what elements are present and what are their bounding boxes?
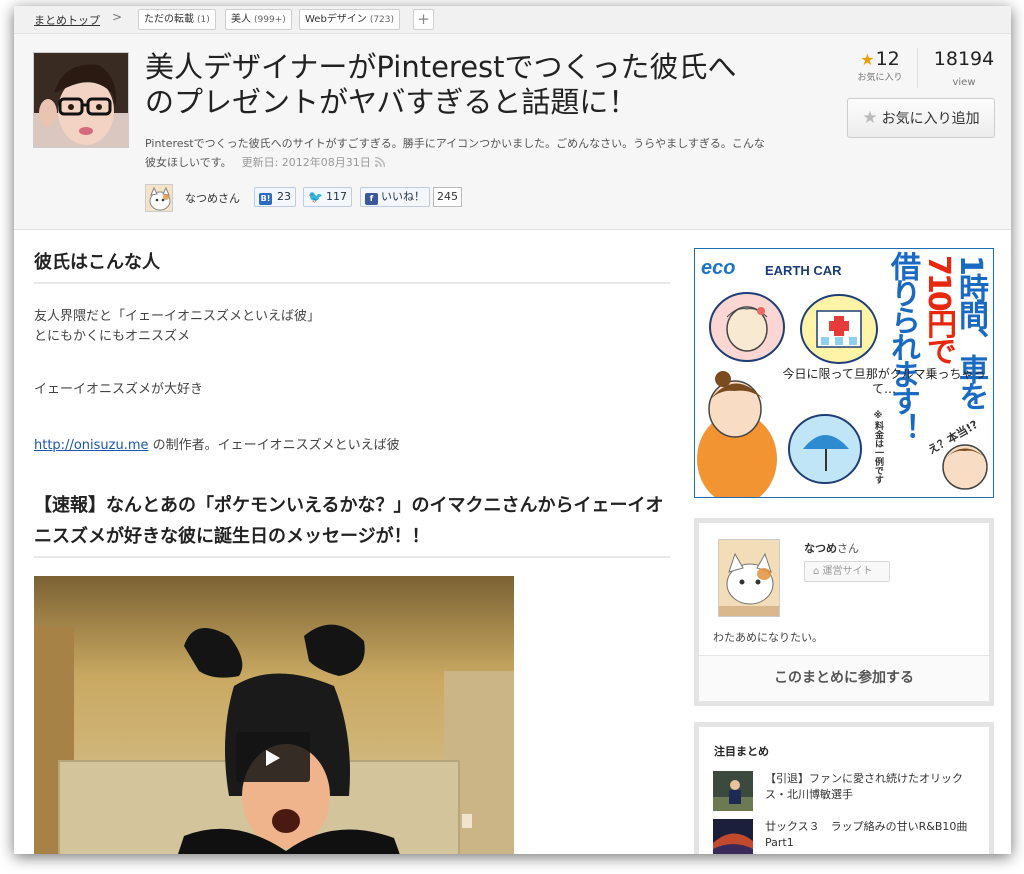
- author-card-suffix: さん: [837, 542, 859, 555]
- author-site-button[interactable]: ⌂ 運営サイト: [804, 561, 890, 582]
- hatena-icon: B!: [259, 193, 272, 205]
- trending-item-title: 【引退】ファンに愛され続けたオリックス・北川博敏選手: [765, 772, 963, 801]
- trending-matome: 注目まとめ 【引退】ファンに愛され続けたオリックス・北川博敏選手 廿ックス３ ラ…: [694, 722, 994, 854]
- trending-item[interactable]: 廿ックス３ ラップ絡みの甘いR&B10曲Part1: [713, 819, 983, 854]
- section-heading: 【速報】なんとあの「ポケモンいえるかな？」のイマクニさんからイェーイオニスズメが…: [34, 490, 670, 558]
- author-icon[interactable]: [145, 184, 173, 212]
- tag-chip[interactable]: Webデザイン (723): [299, 9, 401, 30]
- facebook-like-count: 245: [433, 187, 462, 207]
- tag-count: (1): [197, 15, 210, 25]
- trending-thumbnail: [713, 819, 753, 854]
- description-text: Pinterestでつくった彼氏へのサイトがすごすぎる。勝手にアイコンつかいまし…: [145, 137, 765, 169]
- author-bio: わたあめになりたい。: [713, 631, 823, 644]
- hatena-count: 23: [277, 190, 291, 203]
- view-count-block: 18194 view: [929, 48, 999, 89]
- author-card-name-text: なつめ: [804, 542, 837, 555]
- ad-speech-text: 今日に限って旦那がクルマ乗っちゃって…: [782, 367, 986, 396]
- video-player[interactable]: [34, 576, 514, 854]
- page-title: 美人デザイナーがPinterestでつくった彼氏へのプレゼントがヤバすぎると話題…: [145, 50, 737, 119]
- text-paragraph: http://onisuzu.me の制作者。イェーイオニスズメといえば彼: [34, 436, 400, 456]
- favorites-count-block: ★12 お気に入り: [850, 48, 910, 83]
- tag-label: Webデザイン: [305, 14, 367, 25]
- browser-page: まとめトップ > ただの転載 (1) 美人 (999+) Webデザイン (723) …: [14, 6, 1011, 854]
- facebook-icon: f: [365, 193, 378, 205]
- ad-eco-logo: eco: [701, 257, 736, 279]
- trending-thumbnail: [713, 771, 753, 811]
- add-favorite-label: お気に入り追加: [881, 111, 980, 127]
- add-tag-button[interactable]: +: [413, 9, 434, 30]
- breadcrumb-top-link[interactable]: まとめトップ: [34, 12, 100, 28]
- matome-header: 美人デザイナーがPinterestでつくった彼氏へのプレゼントがヤバすぎると話題…: [14, 34, 1011, 230]
- text-paragraph: イェーイオニスズメが大好き: [34, 382, 204, 397]
- stats-divider: [917, 48, 918, 88]
- trending-item-title: 廿ックス３ ラップ絡みの甘いR&B10曲Part1: [765, 820, 968, 849]
- author-card-icon[interactable]: [718, 539, 780, 617]
- author-card-name[interactable]: なつめさん: [804, 540, 859, 556]
- join-matome-button[interactable]: このまとめに参加する: [699, 655, 989, 701]
- main-content: 彼氏はこんな人 友人界隈だと「イェーイオニスズメといえば彼」 とにもかくにもオニ…: [34, 230, 670, 854]
- favorites-count: 12: [875, 48, 900, 70]
- breadcrumb-separator-icon: >: [112, 10, 123, 24]
- tag-count: (723): [369, 15, 395, 25]
- view-label: view: [952, 77, 976, 88]
- facebook-like-button[interactable]: f いいね！: [360, 187, 430, 207]
- facebook-like-label: いいね！: [381, 190, 425, 203]
- view-count: 18194: [933, 48, 995, 70]
- trending-title: 注目まとめ: [714, 745, 769, 758]
- breadcrumb: まとめトップ > ただの転載 (1) 美人 (999+) Webデザイン (723) …: [14, 6, 1011, 34]
- advertisement-banner[interactable]: eco EARTH CAR 1時間、車を 710円で 借りられます！ ※料金は一…: [694, 248, 994, 498]
- hatena-bookmark-button[interactable]: B! 23: [254, 187, 296, 207]
- rss-icon[interactable]: [374, 154, 386, 168]
- tweet-count: 117: [326, 190, 347, 203]
- tag-count: (999+): [254, 15, 286, 25]
- text-line: 友人界隈だと「イェーイオニスズメといえば彼」: [34, 309, 321, 324]
- star-icon: ★: [860, 50, 875, 69]
- section-heading: 彼氏はこんな人: [34, 248, 670, 284]
- play-icon: [266, 750, 280, 766]
- ad-note: ※料金は一例です: [873, 411, 883, 484]
- home-icon: ⌂: [813, 566, 823, 577]
- tag-chip[interactable]: ただの転載 (1): [138, 9, 216, 30]
- author-site-label: 運営サイト: [822, 566, 873, 577]
- author-name[interactable]: なつめさん: [185, 190, 240, 206]
- updated-date: 更新日: 2012年08月31日: [241, 156, 371, 169]
- author-card: なつめさん ⌂ 運営サイト わたあめになりたい。 このまとめに参加する: [694, 518, 994, 706]
- ad-headline-2: 710円で: [921, 255, 956, 363]
- tag-label: ただの転載: [144, 14, 194, 25]
- favorites-label: お気に入り: [857, 73, 903, 83]
- twitter-bird-icon: 🐦: [308, 190, 323, 204]
- external-link[interactable]: http://onisuzu.me: [34, 438, 149, 453]
- tag-label: 美人: [231, 14, 251, 25]
- tag-chip[interactable]: 美人 (999+): [225, 9, 292, 30]
- tweet-button[interactable]: 🐦 117: [303, 187, 352, 207]
- page-description: Pinterestでつくった彼氏へのサイトがすごすぎる。勝手にアイコンつかいまし…: [145, 134, 765, 172]
- curator-avatar[interactable]: [33, 52, 129, 148]
- star-outline-icon: ★: [862, 108, 878, 128]
- ad-headline-3: 借りられます！: [885, 251, 920, 440]
- text-paragraph: 友人界隈だと「イェーイオニスズメといえば彼」 とにもかくにもオニスズメ: [34, 307, 320, 347]
- text-line: とにもかくにもオニスズメ: [34, 329, 191, 344]
- ad-brand: EARTH CAR: [765, 263, 842, 278]
- play-button[interactable]: [236, 732, 310, 782]
- add-favorite-button[interactable]: ★ お気に入り追加: [847, 98, 995, 138]
- link-description: の制作者。イェーイオニスズメといえば彼: [148, 438, 400, 453]
- trending-item[interactable]: 【引退】ファンに愛され続けたオリックス・北川博敏選手: [713, 771, 983, 811]
